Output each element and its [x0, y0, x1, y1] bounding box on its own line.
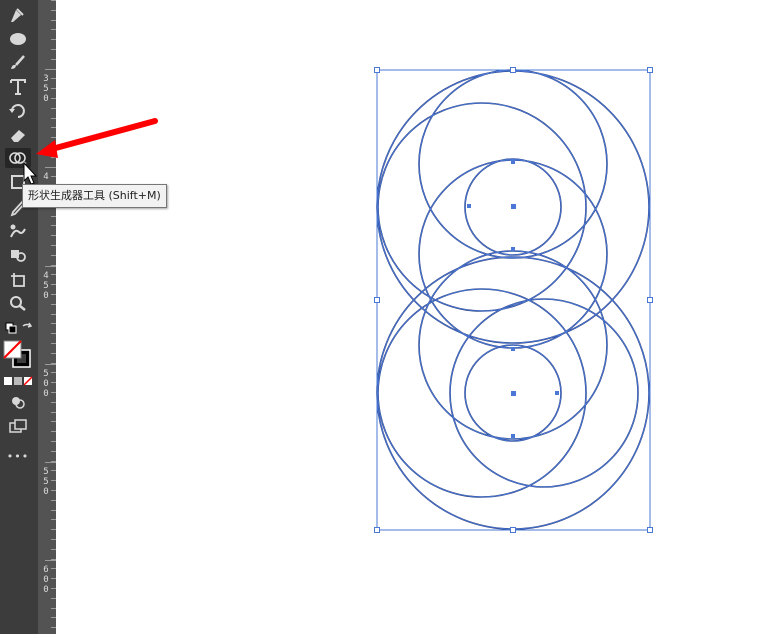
circle-shape — [377, 288, 587, 498]
handle-top-right — [647, 67, 653, 73]
artwork-layer — [23, 67, 653, 533]
handle-bottom-left — [374, 527, 380, 533]
handle-bottom-right — [647, 527, 653, 533]
handle-middle-left — [374, 297, 380, 303]
circle-shape — [377, 102, 587, 312]
handle-top-left — [374, 67, 380, 73]
circle-shape — [418, 159, 608, 349]
tool-tooltip: 形状生成器工具 (Shift+M) — [22, 184, 167, 208]
selection-handles[interactable] — [374, 67, 653, 533]
circle-group-highlight — [376, 69, 650, 530]
red-annotation-arrow — [36, 118, 158, 158]
circle-group[interactable] — [376, 69, 650, 530]
handle-middle-right — [647, 297, 653, 303]
circle-shape — [449, 298, 639, 488]
handle-bottom-center — [510, 527, 516, 533]
handle-top-center — [510, 67, 516, 73]
mouse-cursor-icon — [23, 161, 38, 185]
